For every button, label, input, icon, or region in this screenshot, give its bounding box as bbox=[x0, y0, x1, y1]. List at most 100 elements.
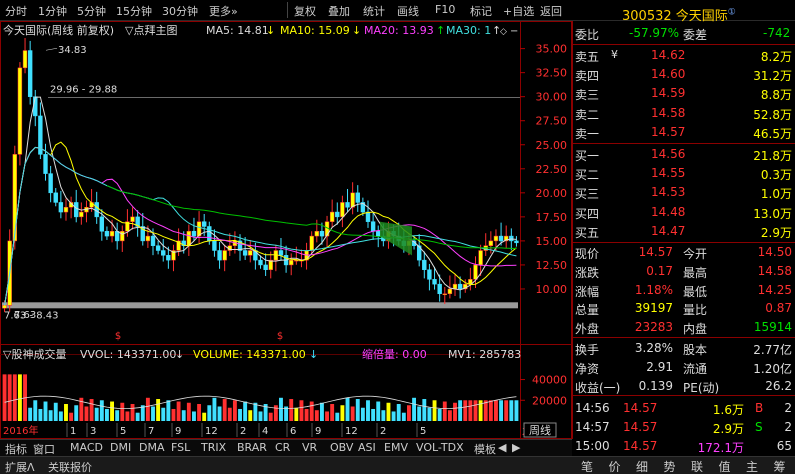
volume-bar bbox=[488, 400, 493, 421]
buy-row[interactable]: 买四 14.48 13.0万 bbox=[573, 204, 795, 221]
period-more[interactable]: 更多» bbox=[209, 3, 238, 19]
indicator-tab[interactable]: OBV bbox=[330, 441, 353, 454]
stat-value: 14.50 bbox=[757, 245, 792, 259]
tick-volume: 1.6万 bbox=[712, 403, 744, 417]
volume-bar bbox=[181, 410, 186, 421]
volume-bar bbox=[412, 397, 417, 421]
candle-body bbox=[442, 293, 447, 296]
indicator-tab[interactable]: MACD bbox=[70, 441, 103, 454]
sell-price: 14.59 bbox=[651, 86, 686, 101]
scroll-left-icon[interactable]: ◀ bbox=[498, 441, 506, 454]
buy-row[interactable]: 买五 14.47 2.9万 bbox=[573, 223, 795, 240]
add-watchlist-button[interactable]: +自选 bbox=[503, 3, 534, 19]
indicator-tab[interactable]: DMI bbox=[110, 441, 131, 454]
period-15min[interactable]: 15分钟 bbox=[116, 3, 152, 19]
tick-time: 14:57 bbox=[575, 420, 610, 434]
draw-button[interactable]: 画线 bbox=[397, 3, 419, 19]
info-row[interactable]: 收益(一) 0.139 PE(动) 26.2 bbox=[573, 378, 795, 395]
tick-row[interactable]: 15:00 14.57 172.1万 65 bbox=[573, 438, 795, 455]
sell-price: 14.58 bbox=[651, 105, 686, 120]
stat-row[interactable]: 涨幅 1.18% 最低 14.25 bbox=[573, 282, 795, 299]
bottom-tab-2[interactable]: 细 bbox=[636, 458, 648, 474]
bottom-tab-6[interactable]: 主 bbox=[746, 458, 758, 474]
volume-bar bbox=[325, 411, 329, 421]
fuquan-button[interactable]: 复权 bbox=[294, 3, 316, 19]
expand-button[interactable]: 扩展ᐱ bbox=[5, 459, 35, 474]
sell-row[interactable]: 卖四 14.60 31.2万 bbox=[573, 66, 795, 83]
sell-row[interactable]: 卖二 14.58 52.8万 bbox=[573, 105, 795, 122]
indicator-tab[interactable]: EMV bbox=[384, 441, 408, 454]
sell-row[interactable]: 卖三 14.59 8.8万 bbox=[573, 85, 795, 102]
indicator-tab[interactable]: 模板 bbox=[474, 441, 496, 457]
bottom-tab-1[interactable]: 价 bbox=[609, 458, 621, 474]
candle-body bbox=[427, 269, 432, 280]
stat-row[interactable]: 现价 14.57 今开 14.50 bbox=[573, 244, 795, 261]
info-row[interactable]: 净资 2.91 流通 1.20亿 bbox=[573, 359, 795, 376]
kline-chart[interactable]: 35.00 32.50 30.00 27.50 25.00 22.50 20.00 17.50… bbox=[0, 21, 572, 439]
volume-bar bbox=[207, 405, 212, 421]
info-row[interactable]: 换手 3.28% 股本 2.77亿 bbox=[573, 340, 795, 357]
overlay-button[interactable]: 叠加 bbox=[328, 3, 350, 19]
price-tick-label: 25.00 bbox=[536, 139, 568, 152]
back-button[interactable]: 返回 bbox=[540, 3, 562, 19]
volume-bar bbox=[69, 412, 74, 421]
month-label: 2 bbox=[380, 426, 386, 437]
candle-body bbox=[186, 231, 192, 246]
month-label: 12 bbox=[205, 426, 218, 437]
tick-row[interactable]: 14:57 14.57 2.9万 S 2 bbox=[573, 419, 795, 436]
candle-body bbox=[58, 202, 64, 213]
info-circle-icon[interactable]: ① bbox=[728, 8, 736, 18]
bottom-tab-3[interactable]: 势 bbox=[664, 458, 676, 474]
indicator-tab[interactable]: VOL-TDX bbox=[416, 441, 464, 454]
indicator-tab[interactable]: 指标 bbox=[5, 441, 27, 457]
stats-button[interactable]: 统计 bbox=[363, 3, 385, 19]
indicator-tab[interactable]: BRAR bbox=[237, 441, 267, 454]
indicator-tab[interactable]: TRIX bbox=[201, 441, 226, 454]
bottom-tab-7[interactable]: 筹 bbox=[774, 458, 786, 474]
stat-row[interactable]: 外盘 23283 内盘 15914 bbox=[573, 319, 795, 336]
period-1min[interactable]: 1分钟 bbox=[38, 3, 67, 19]
sell-row[interactable]: 卖五 14.62 8.2万 bbox=[573, 47, 795, 64]
candle-body bbox=[248, 250, 253, 256]
tick-price: 14.57 bbox=[623, 401, 658, 415]
info-value: 3.28% bbox=[634, 341, 673, 355]
indicator-tab[interactable]: CR bbox=[275, 441, 290, 454]
bottom-tab-4[interactable]: 联 bbox=[691, 458, 703, 474]
related-quote-button[interactable]: 关联报价 bbox=[48, 459, 92, 474]
candle-body bbox=[289, 259, 294, 266]
mark-button[interactable]: 标记 bbox=[470, 3, 492, 19]
stat-row[interactable]: 涨跌 0.17 最高 14.58 bbox=[573, 263, 795, 280]
volume-bar bbox=[171, 408, 176, 421]
f10-button[interactable]: F10 bbox=[435, 3, 455, 16]
candle-body bbox=[94, 202, 99, 218]
buy-row[interactable]: 买三 14.53 1.0万 bbox=[573, 184, 795, 201]
bottom-tab-0[interactable]: 笔 bbox=[581, 458, 593, 474]
cloud-shade bbox=[380, 221, 412, 256]
period-fenshi[interactable]: 分时 bbox=[5, 3, 27, 19]
sell-row[interactable]: 卖一 14.57 46.5万 bbox=[573, 124, 795, 141]
yen-icon: ¥ bbox=[611, 48, 618, 61]
candle-body bbox=[166, 255, 171, 261]
volume-bar bbox=[401, 412, 406, 421]
candle-body bbox=[345, 202, 350, 208]
volume-bar bbox=[38, 408, 43, 421]
tick-row[interactable]: 14:56 14.57 1.6万 B 2 bbox=[573, 400, 795, 417]
tick-time: 15:00 bbox=[575, 439, 610, 453]
indicator-tab[interactable]: DMA bbox=[139, 441, 165, 454]
ma20-arrow-icon: ↑ bbox=[436, 24, 445, 37]
chart-area[interactable]: 35.00 32.50 30.00 27.50 25.00 22.50 20.00 17.50… bbox=[0, 21, 572, 439]
stat-value: 39197 bbox=[634, 301, 673, 316]
bottom-tab-5[interactable]: 值 bbox=[719, 458, 731, 474]
indicator-tab[interactable]: FSL bbox=[171, 441, 190, 454]
stat-row[interactable]: 总量 39197 量比 0.87 bbox=[573, 300, 795, 317]
info-value: 2.91 bbox=[646, 359, 673, 374]
indicator-tab[interactable]: VR bbox=[302, 441, 317, 454]
indicator-tab[interactable]: 窗口 bbox=[33, 441, 55, 457]
buy-row[interactable]: 买二 14.55 0.3万 bbox=[573, 165, 795, 182]
period-30min[interactable]: 30分钟 bbox=[162, 3, 198, 19]
buy-row[interactable]: 买一 14.56 21.8万 bbox=[573, 146, 795, 163]
indicator-tab[interactable]: ASI bbox=[358, 441, 376, 454]
scroll-right-icon[interactable]: ▶ bbox=[512, 441, 520, 454]
candle-body bbox=[22, 50, 28, 69]
period-5min[interactable]: 5分钟 bbox=[77, 3, 106, 19]
